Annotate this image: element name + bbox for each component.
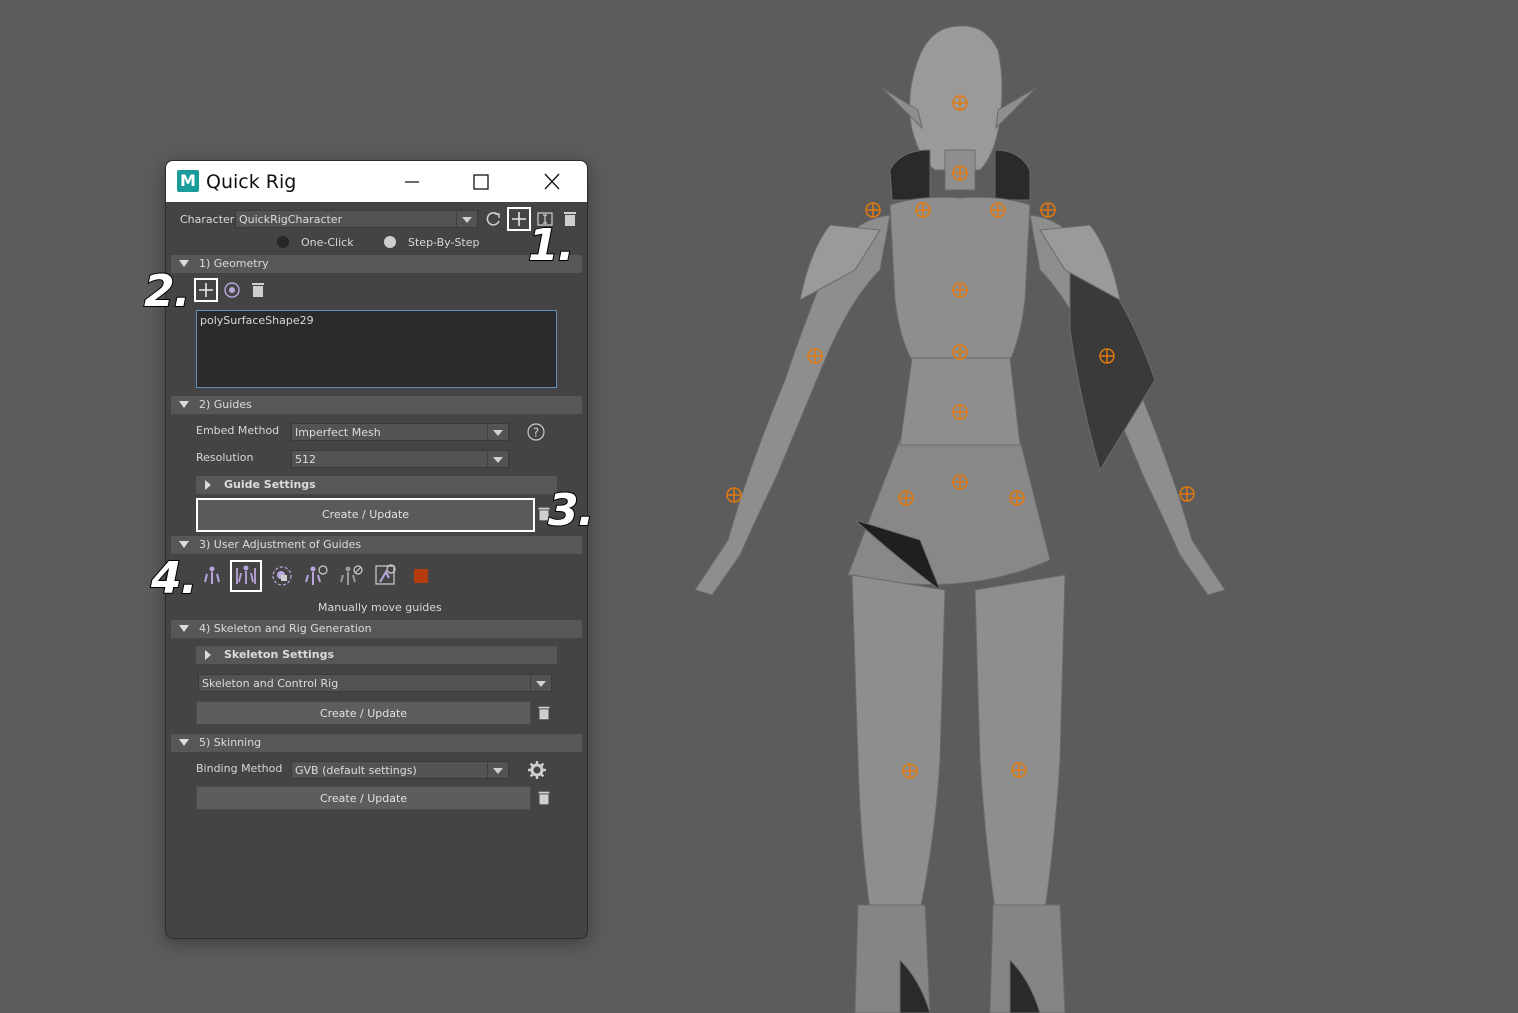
- radio-step-by-step[interactable]: [384, 236, 396, 248]
- collapse-arrow-icon: [179, 625, 189, 632]
- expand-arrow-icon: [205, 650, 211, 660]
- character-label: Character:: [180, 213, 238, 226]
- chevron-down-icon: [530, 675, 551, 691]
- character-model: [694, 25, 1226, 1013]
- section-guides[interactable]: 2) Guides: [171, 396, 582, 414]
- skeleton-type-value: Skeleton and Control Rig: [202, 677, 339, 690]
- embed-method-label: Embed Method: [196, 424, 280, 437]
- collapse-arrow-icon: [179, 739, 189, 746]
- radio-one-click[interactable]: [277, 236, 289, 248]
- mirror-guides-icon[interactable]: [303, 564, 329, 588]
- section-skeleton-title: 4) Skeleton and Rig Generation: [199, 622, 372, 635]
- select-geometry-icon[interactable]: [222, 280, 242, 300]
- embed-method-value: Imperfect Mesh: [295, 426, 381, 439]
- delete-skeleton-icon[interactable]: [535, 704, 553, 722]
- expand-arrow-icon: [205, 480, 211, 490]
- minimize-button[interactable]: [392, 167, 432, 197]
- resolution-value: 512: [295, 453, 316, 466]
- section-adjustment-title: 3) User Adjustment of Guides: [199, 538, 362, 551]
- mode-step-by-step-label: Step-By-Step: [408, 236, 480, 249]
- resolution-select[interactable]: 512: [291, 450, 509, 468]
- align-guides-icon[interactable]: [200, 564, 224, 588]
- delete-geometry-icon[interactable]: [248, 280, 268, 300]
- skeleton-settings-toggle[interactable]: Skeleton Settings: [196, 646, 557, 664]
- chevron-down-icon: [487, 424, 508, 440]
- gear-icon[interactable]: [526, 759, 548, 781]
- resolution-label: Resolution: [196, 451, 254, 464]
- hide-guides-icon[interactable]: [338, 564, 364, 588]
- help-icon[interactable]: ?: [526, 422, 546, 442]
- guide-settings-toggle[interactable]: Guide Settings: [196, 476, 557, 494]
- section-adjustment[interactable]: 3) User Adjustment of Guides: [171, 536, 582, 554]
- create-guides-label: Create / Update: [321, 508, 410, 521]
- character-select[interactable]: QuickRigCharacter: [235, 210, 478, 228]
- section-geometry[interactable]: 1) Geometry: [171, 255, 582, 273]
- window-title: Quick Rig: [206, 171, 297, 193]
- step-marker-2: 2.: [143, 265, 191, 318]
- maximize-button[interactable]: [461, 167, 501, 197]
- section-skinning[interactable]: 5) Skinning: [171, 734, 582, 752]
- character-value: QuickRigCharacter: [239, 213, 343, 226]
- skeleton-settings-label: Skeleton Settings: [224, 648, 335, 661]
- chevron-down-icon: [487, 762, 508, 778]
- section-guides-title: 2) Guides: [199, 398, 252, 411]
- viewport[interactable]: [600, 0, 1518, 1013]
- title-bar[interactable]: M Quick Rig: [166, 161, 587, 202]
- guide-color-swatch[interactable]: [414, 569, 428, 583]
- binding-method-select[interactable]: GVB (default settings): [291, 761, 509, 779]
- geometry-list-item[interactable]: polySurfaceShape29: [200, 314, 553, 327]
- section-geometry-title: 1) Geometry: [199, 257, 269, 270]
- refresh-icon[interactable]: [484, 209, 504, 229]
- create-skeleton-button[interactable]: Create / Update: [196, 701, 531, 725]
- quick-rig-window: M Quick Rig Character: QuickRigCharacter: [165, 160, 588, 939]
- binding-method-value: GVB (default settings): [295, 764, 417, 777]
- delete-skin-icon[interactable]: [535, 789, 553, 807]
- add-geometry-button[interactable]: [194, 278, 218, 302]
- svg-text:?: ?: [533, 426, 539, 440]
- section-skinning-title: 5) Skinning: [199, 736, 262, 749]
- create-character-button[interactable]: [507, 207, 531, 231]
- guide-settings-label: Guide Settings: [224, 478, 316, 491]
- embed-method-select[interactable]: Imperfect Mesh: [291, 423, 509, 441]
- collapse-arrow-icon: [179, 541, 189, 548]
- select-guides-icon[interactable]: [270, 564, 294, 588]
- reset-guides-icon[interactable]: [374, 562, 400, 588]
- create-skeleton-label: Create / Update: [319, 707, 408, 720]
- collapse-arrow-icon: [179, 401, 189, 408]
- mode-one-click-label: One-Click: [301, 236, 354, 249]
- chevron-down-icon: [487, 451, 508, 467]
- geometry-list[interactable]: polySurfaceShape29: [196, 310, 557, 388]
- create-guides-button[interactable]: Create / Update: [196, 498, 535, 532]
- create-skin-button[interactable]: Create / Update: [196, 786, 531, 810]
- section-skeleton[interactable]: 4) Skeleton and Rig Generation: [171, 620, 582, 638]
- maya-logo-icon: M: [177, 170, 199, 192]
- step-marker-4: 4.: [150, 552, 198, 605]
- adjust-status-text: Manually move guides: [318, 601, 442, 614]
- binding-method-label: Binding Method: [196, 762, 283, 775]
- skeleton-type-select[interactable]: Skeleton and Control Rig: [198, 674, 552, 692]
- step-marker-3: 3.: [547, 484, 595, 537]
- create-skin-label: Create / Update: [319, 792, 408, 805]
- step-marker-1: 1.: [527, 219, 575, 272]
- close-button[interactable]: [532, 167, 572, 197]
- manually-move-guides-button[interactable]: [230, 560, 262, 592]
- chevron-down-icon: [456, 211, 477, 227]
